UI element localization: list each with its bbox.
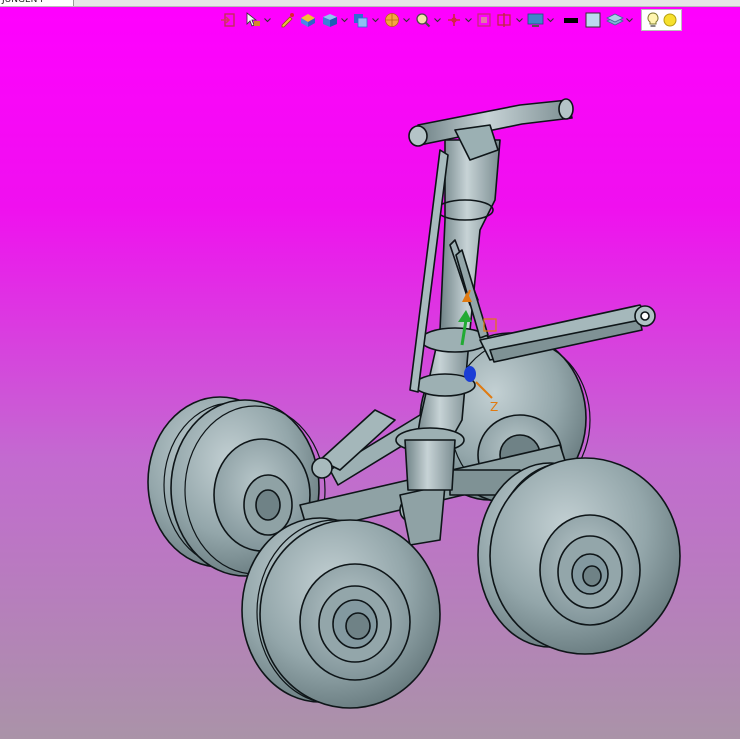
drag-brace xyxy=(479,304,656,363)
triad-axis-label: Z xyxy=(490,400,498,414)
landing-gear-model[interactable]: Z xyxy=(0,0,740,739)
trunnion xyxy=(408,98,574,161)
wheel-front-right xyxy=(477,457,681,655)
graphics-viewport[interactable]: JUNGEN F Z xyxy=(0,0,740,739)
wheel-front-left xyxy=(241,517,441,709)
